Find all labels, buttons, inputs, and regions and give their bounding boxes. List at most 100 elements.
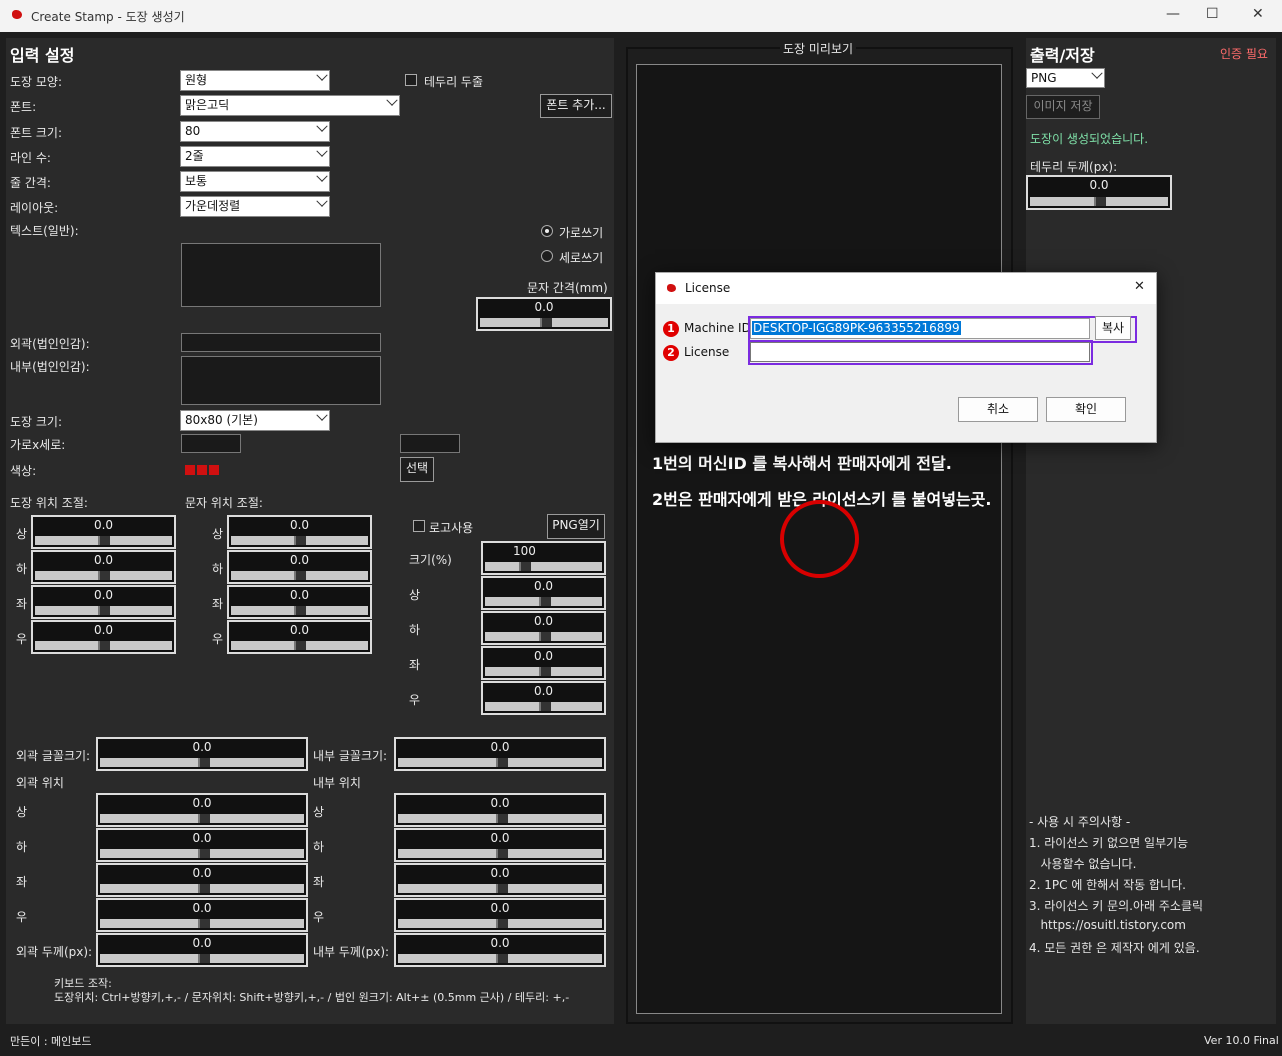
- outer-font-slider[interactable]: 0.0: [96, 737, 308, 771]
- step-2-badge: 2: [663, 345, 679, 361]
- status-message: 도장이 생성되었습니다.: [1030, 132, 1149, 146]
- logo-pos-value: 0.0: [533, 649, 554, 663]
- license-field[interactable]: [750, 342, 1090, 362]
- vertical-label: 세로쓰기: [559, 251, 604, 265]
- dir-label: 좌: [16, 597, 28, 611]
- chevron-down-icon: [316, 195, 328, 207]
- chevron-down-icon: [386, 94, 398, 106]
- outer-pos-label: 외곽 위치: [16, 776, 64, 790]
- chevron-down-icon: [316, 145, 328, 157]
- width-input[interactable]: [181, 434, 241, 453]
- step-1-badge: 1: [663, 321, 679, 337]
- color-select-button[interactable]: 선택: [400, 457, 434, 482]
- dir-label: 우: [16, 910, 28, 924]
- inner-font-value: 0.0: [490, 740, 510, 754]
- machine-id-field[interactable]: DESKTOP-IGG89PK-963355216899: [750, 318, 1090, 339]
- char-spacing-value: 0.0: [534, 300, 554, 314]
- outer-pos-value: 0.0: [192, 796, 212, 810]
- height-input[interactable]: [400, 434, 460, 453]
- text-pos-label: 문자 위치 조절:: [185, 496, 263, 510]
- outer-pos-right-slider[interactable]: 0.0: [96, 898, 308, 932]
- save-image-button[interactable]: 이미지 저장: [1026, 95, 1100, 119]
- border-thick-slider[interactable]: 0.0: [1026, 175, 1172, 210]
- dialog-close-button[interactable]: ✕: [1134, 279, 1145, 294]
- stamp-pos-value: 0.0: [93, 518, 114, 532]
- outer-pos-value: 0.0: [192, 866, 212, 880]
- ok-button[interactable]: 확인: [1046, 397, 1126, 422]
- format-select[interactable]: PNG: [1026, 67, 1105, 88]
- text-pos-down-slider[interactable]: 0.0: [227, 550, 372, 584]
- text-pos-value: 0.0: [289, 553, 310, 567]
- dialog-title-bar: License ✕: [656, 273, 1156, 304]
- inner-pos-down-slider[interactable]: 0.0: [394, 828, 606, 862]
- input-settings-heading: 입력 설정: [10, 46, 75, 65]
- window-title: Create Stamp - 도장 생성기: [31, 10, 185, 24]
- font-select[interactable]: 맑은고딕: [180, 94, 400, 116]
- logo-size-slider[interactable]: 100: [481, 541, 606, 575]
- inner-input[interactable]: [181, 356, 381, 405]
- inner-label: 내부(법인인감):: [10, 360, 90, 374]
- outer-pos-left-slider[interactable]: 0.0: [96, 863, 308, 897]
- outer-label: 외곽(법인인감):: [10, 337, 90, 351]
- wh-label: 가로x세로:: [10, 438, 66, 452]
- text-pos-right-slider[interactable]: 0.0: [227, 620, 372, 654]
- app-icon: [667, 284, 676, 292]
- close-button[interactable]: ✕: [1252, 6, 1264, 22]
- text-input[interactable]: [181, 243, 381, 307]
- dir-label: 하: [212, 562, 224, 576]
- font-size-select[interactable]: 80: [180, 120, 330, 142]
- logo-pos-up-slider[interactable]: 0.0: [481, 576, 606, 610]
- minimize-button[interactable]: —: [1166, 6, 1180, 22]
- outer-input[interactable]: [181, 333, 381, 352]
- vertical-radio[interactable]: [541, 250, 553, 262]
- spacing-select[interactable]: 보통: [180, 170, 330, 192]
- maximize-button[interactable]: ☐: [1206, 6, 1219, 22]
- logo-pos-value: 0.0: [533, 684, 554, 698]
- stamp-pos-left-slider[interactable]: 0.0: [31, 585, 176, 619]
- outer-pos-value: 0.0: [192, 831, 212, 845]
- stamp-pos-down-slider[interactable]: 0.0: [31, 550, 176, 584]
- horizontal-radio[interactable]: [541, 225, 553, 237]
- stamp-pos-right-slider[interactable]: 0.0: [31, 620, 176, 654]
- font-size-value: 80: [185, 124, 201, 138]
- char-spacing-label: 문자 간격(mm): [527, 281, 608, 295]
- inner-pos-left-slider[interactable]: 0.0: [394, 863, 606, 897]
- shape-select[interactable]: 원형: [180, 69, 330, 91]
- machine-id-value: DESKTOP-IGG89PK-963355216899: [752, 321, 961, 335]
- outer-thick-slider[interactable]: 0.0: [96, 933, 308, 967]
- inner-thick-label: 내부 두께(px):: [313, 945, 390, 959]
- logo-pos-down-slider[interactable]: 0.0: [481, 611, 606, 645]
- dir-label: 우: [409, 693, 421, 707]
- copy-button[interactable]: 복사: [1095, 316, 1131, 340]
- lines-value: 2줄: [185, 149, 204, 163]
- stamp-size-select[interactable]: 80x80 (기본): [180, 409, 330, 431]
- title-bar: Create Stamp - 도장 생성기 — ☐ ✕: [0, 0, 1282, 32]
- inner-pos-right-slider[interactable]: 0.0: [394, 898, 606, 932]
- logo-pos-left-slider[interactable]: 0.0: [481, 646, 606, 680]
- inner-font-slider[interactable]: 0.0: [394, 737, 606, 771]
- chevron-down-icon: [1091, 67, 1103, 79]
- note-link[interactable]: https://osuitl.tistory.com: [1029, 918, 1186, 932]
- outer-pos-down-slider[interactable]: 0.0: [96, 828, 308, 862]
- text-pos-left-slider[interactable]: 0.0: [227, 585, 372, 619]
- lines-select[interactable]: 2줄: [180, 145, 330, 167]
- color-swatch: [209, 465, 219, 475]
- layout-label: 레이아웃:: [10, 201, 59, 215]
- inner-pos-up-slider[interactable]: 0.0: [394, 793, 606, 827]
- font-add-button[interactable]: 폰트 추가...: [540, 94, 612, 118]
- annotation-line-1: 1번의 머신ID 를 복사해서 판매자에게 전달.: [652, 454, 952, 473]
- inner-thick-slider[interactable]: 0.0: [394, 933, 606, 967]
- layout-select[interactable]: 가운데정렬: [180, 195, 330, 217]
- dir-label: 상: [212, 527, 224, 541]
- logo-size-value: 100: [513, 544, 536, 558]
- border-double-checkbox[interactable]: [405, 74, 417, 86]
- outer-pos-up-slider[interactable]: 0.0: [96, 793, 308, 827]
- cancel-button[interactable]: 취소: [958, 397, 1038, 422]
- logo-pos-right-slider[interactable]: 0.0: [481, 681, 606, 715]
- png-open-button[interactable]: PNG열기: [547, 514, 605, 539]
- stamp-pos-up-slider[interactable]: 0.0: [31, 515, 176, 549]
- char-spacing-slider[interactable]: 0.0: [476, 297, 612, 331]
- note-line: 2. 1PC 에 한해서 작동 합니다.: [1029, 878, 1186, 892]
- text-pos-up-slider[interactable]: 0.0: [227, 515, 372, 549]
- logo-use-checkbox[interactable]: [413, 520, 425, 532]
